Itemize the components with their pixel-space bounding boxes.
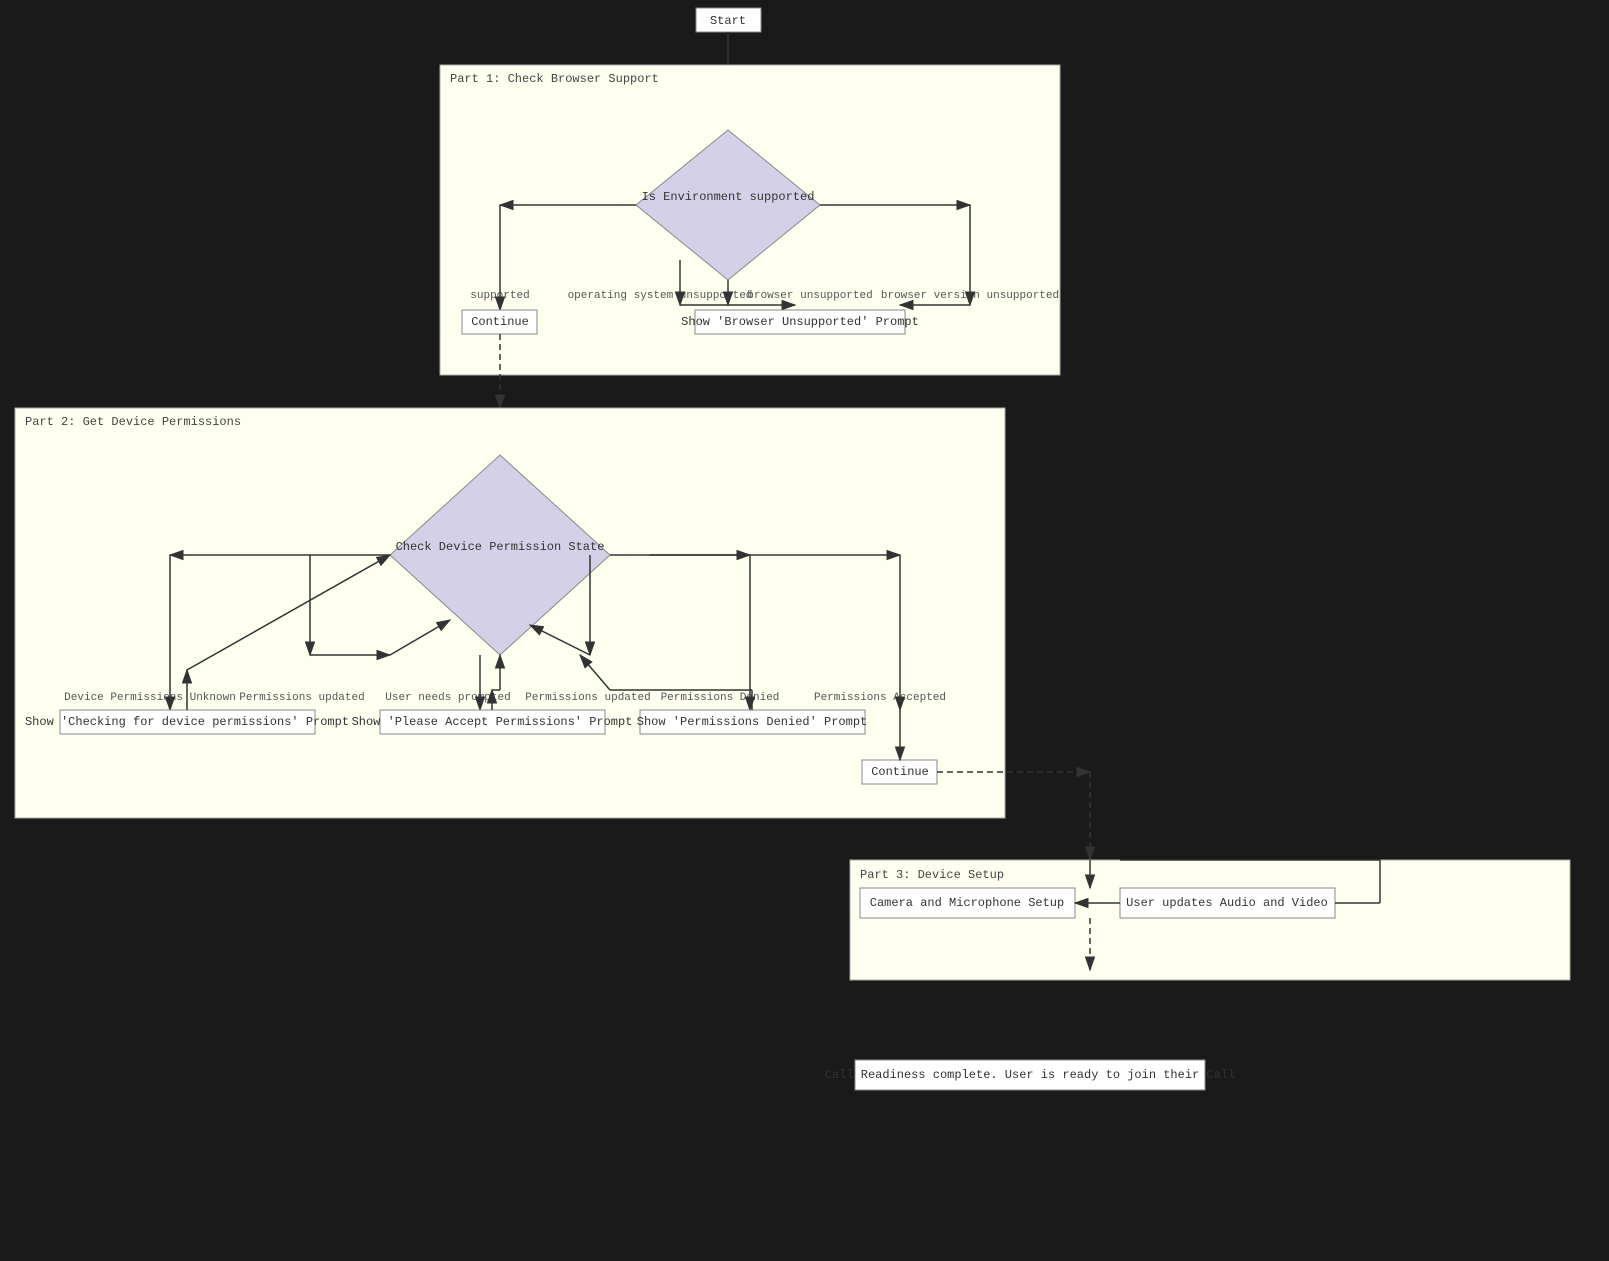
continue2-label: Continue [871,765,929,779]
part2-title: Part 2: Get Device Permissions [25,415,241,429]
user-updates-label: User updates Audio and Video [1126,896,1328,910]
part1-title: Part 1: Check Browser Support [450,72,659,86]
permissions-updated-label1: Permissions updated [239,692,364,704]
call-readiness-label: Call Readiness complete. User is ready t… [825,1068,1235,1082]
decision1-label: Is Environment supported [642,190,815,204]
permissions-accepted-label: Permissions Accepted [814,692,946,704]
device-unknown-label: Device Permissions Unknown [64,692,236,704]
show-please-accept-label: Show 'Please Accept Permissions' Prompt [352,715,633,729]
diagram-container: Start Part 1: Check Browser Support Is E… [0,0,1609,1257]
decision2-label: Check Device Permission State [396,540,605,554]
camera-setup-label: Camera and Microphone Setup [870,896,1064,910]
start-label: Start [710,14,746,28]
part3-title: Part 3: Device Setup [860,868,1004,882]
os-unsupported-label: operating system unsupported [568,290,753,302]
permissions-denied-label: Permissions Denied [661,692,780,704]
continue1-label: Continue [471,315,529,329]
show-denied-label: Show 'Permissions Denied' Prompt [637,715,867,729]
show-checking-label: Show 'Checking for device permissions' P… [25,715,349,729]
show-browser-unsupported-label: Show 'Browser Unsupported' Prompt [681,315,919,329]
browser-unsupported-label: browser unsupported [747,290,872,302]
permissions-updated-label2: Permissions updated [525,692,650,704]
